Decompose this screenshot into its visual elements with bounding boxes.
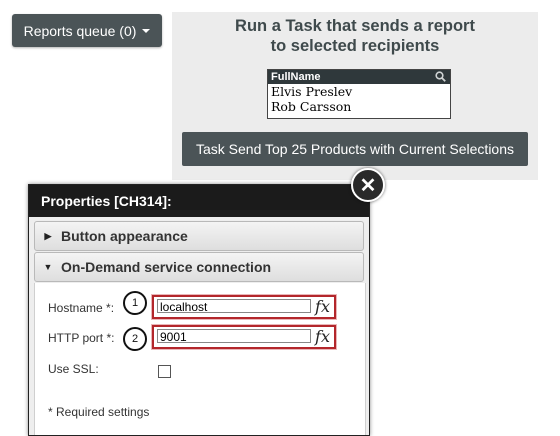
hostname-input[interactable]: localhost (157, 299, 311, 314)
chevron-down-icon (142, 29, 151, 33)
http-port-label: HTTP port *: (48, 331, 115, 345)
send-task-button[interactable]: Task Send Top 25 Products with Current S… (182, 132, 528, 166)
use-ssl-label: Use SSL: (48, 362, 99, 376)
fx-icon[interactable]: fx (315, 327, 330, 346)
listbox-header: FullName (268, 70, 450, 84)
task-heading-line-1: Run a Task that sends a report (235, 17, 475, 35)
reports-queue-label: Reports queue (0) (23, 22, 137, 39)
dialog-title: Properties [CH314]: (29, 185, 369, 217)
section-label: Button appearance (61, 228, 188, 244)
hostname-label: Hostname *: (48, 301, 115, 315)
section-ondemand-connection[interactable]: ▼ On-Demand service connection (34, 252, 364, 282)
list-item[interactable]: Rob Carsson (268, 99, 450, 114)
chevron-down-icon: ▼ (43, 262, 53, 273)
step-marker-2: 2 (123, 327, 147, 351)
fx-icon[interactable]: fx (315, 297, 330, 316)
listbox-column-header: FullName (271, 71, 321, 83)
task-panel: Run a Task that sends a report to select… (172, 12, 538, 180)
hostname-field[interactable]: localhost fx (152, 295, 336, 319)
recipients-listbox[interactable]: FullName Elvis Preslev Rob Carsson (267, 69, 451, 119)
section-button-appearance[interactable]: ▶ Button appearance (34, 221, 364, 251)
close-icon[interactable]: ✕ (351, 168, 385, 202)
reports-queue-button[interactable]: Reports queue (0) (12, 14, 162, 47)
http-port-input[interactable]: 9001 (157, 329, 311, 344)
task-heading-line-2: to selected recipients (270, 37, 440, 55)
use-ssl-checkbox[interactable] (158, 365, 171, 378)
chevron-right-icon: ▶ (44, 231, 52, 242)
required-settings-note: * Required settings (48, 405, 150, 419)
search-icon[interactable] (435, 71, 446, 86)
close-symbol: ✕ (359, 174, 377, 197)
section-label: On-Demand service connection (61, 259, 272, 275)
step-marker-1: 1 (123, 291, 147, 315)
list-item[interactable]: Elvis Preslev (268, 84, 450, 99)
send-task-button-label: Task Send Top 25 Products with Current S… (195, 141, 515, 157)
properties-dialog: Properties [CH314]: ▶ Button appearance ▼… (28, 184, 370, 436)
http-port-field[interactable]: 9001 fx (152, 325, 336, 349)
task-heading: Run a Task that sends a report to select… (172, 16, 538, 56)
